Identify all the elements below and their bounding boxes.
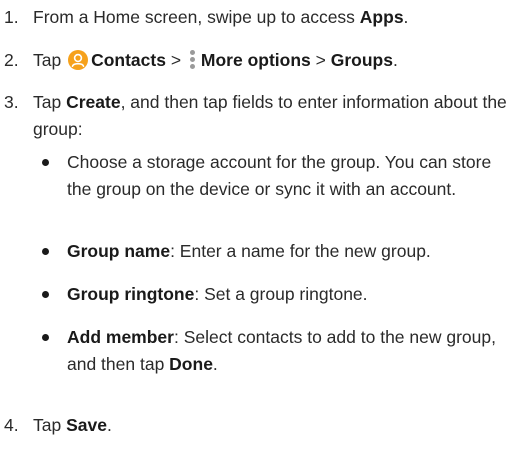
step-text: From a Home screen, swipe up to access A… (33, 7, 409, 27)
group-ringtone-label: Group ringtone (67, 284, 195, 304)
bullet-dot (42, 159, 49, 166)
more-options-icon (189, 50, 196, 70)
bullet-text: Group name: Enter a name for the new gro… (67, 241, 431, 261)
contacts-app-icon (68, 50, 89, 70)
step-text: Tap Contacts > More options > Groups. (33, 50, 398, 70)
apps-label: Apps (359, 7, 404, 27)
bullet-text: Add member: Select contacts to add to th… (67, 327, 496, 374)
groups-label: Groups (330, 50, 393, 70)
add-member-label: Add member (67, 327, 174, 347)
step-number: 3. (4, 92, 19, 112)
save-label: Save (66, 415, 107, 435)
group-name-label: Group name (67, 241, 171, 261)
contacts-label: Contacts (91, 50, 166, 70)
bullet-text: Group ringtone: Set a group ringtone. (67, 284, 368, 304)
bullet-dot (42, 334, 49, 341)
more-options-label: More options (200, 50, 311, 70)
step-number: 2. (4, 50, 19, 70)
step-text: Tap Save. (33, 415, 112, 435)
step-number: 4. (4, 415, 19, 435)
instructions-document: 1. From a Home screen, swipe up to acces… (0, 0, 526, 449)
bullet-dot (42, 291, 49, 298)
step-number: 1. (4, 7, 19, 27)
done-label: Done (169, 354, 213, 374)
bullet-text: Choose a storage account for the group. … (67, 152, 492, 199)
step-text: Tap Create, and then tap fields to enter… (33, 92, 507, 139)
create-label: Create (66, 92, 121, 112)
bullet-dot (42, 248, 49, 255)
